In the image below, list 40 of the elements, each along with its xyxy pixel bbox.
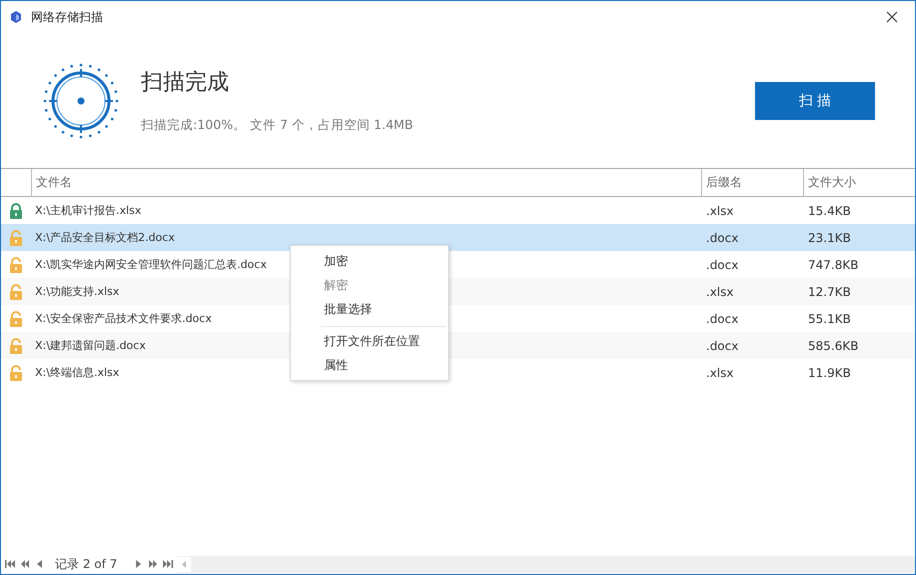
extension-cell: .docx bbox=[706, 258, 738, 272]
extension-cell: .docx bbox=[706, 338, 738, 352]
file-size-cell: 747.8KB bbox=[808, 258, 858, 272]
extension-cell: .xlsx bbox=[706, 204, 734, 218]
menu-item[interactable]: 打开文件所在位置 bbox=[291, 329, 448, 353]
file-size-cell: 12.7KB bbox=[808, 284, 851, 298]
first-page-icon[interactable] bbox=[4, 558, 16, 570]
file-name-cell: X:\终端信息.xlsx bbox=[35, 365, 120, 380]
file-name-cell: X:\凯实华途内网安全管理软件问题汇总表.docx bbox=[35, 257, 267, 272]
next-page-group-icon[interactable] bbox=[147, 558, 160, 570]
extension-cell: .docx bbox=[706, 230, 738, 244]
column-header[interactable]: 后缀名 bbox=[701, 169, 803, 196]
file-size-cell: 23.1KB bbox=[808, 230, 851, 244]
column-header[interactable]: 文件大小 bbox=[803, 169, 915, 196]
horizontal-scrollbar[interactable] bbox=[177, 556, 915, 572]
column-header[interactable]: 文件名 bbox=[31, 169, 701, 196]
status-title: 扫描完成 bbox=[141, 69, 230, 97]
file-size-cell: 15.4KB bbox=[808, 204, 851, 218]
file-size-cell: 11.9KB bbox=[808, 366, 851, 380]
previous-page-group-icon[interactable] bbox=[19, 558, 31, 570]
extension-cell: .xlsx bbox=[706, 284, 734, 298]
file-name-cell: X:\建邦遗留问题.docx bbox=[35, 338, 146, 353]
scan-button[interactable]: 扫 描 bbox=[755, 82, 875, 120]
menu-item[interactable]: 加密 bbox=[291, 249, 448, 273]
close-icon[interactable] bbox=[886, 11, 898, 23]
scan-summary: 扫描完成:100%。 文件 7 个，占用空间 1.4MB bbox=[141, 117, 414, 134]
record-counter: 记录 2 of 7 bbox=[55, 556, 118, 572]
file-size-cell: 55.1KB bbox=[808, 312, 851, 326]
file-row[interactable]: X:\产品安全目标文档2.docx .docx 23.1KB bbox=[1, 224, 915, 251]
extension-cell: .xlsx bbox=[706, 366, 734, 380]
extension-cell: .docx bbox=[706, 312, 738, 326]
file-name-cell: X:\功能支持.xlsx bbox=[35, 284, 120, 299]
file-size-cell: 585.6KB bbox=[808, 338, 858, 352]
file-name-cell: X:\安全保密产品技术文件要求.docx bbox=[35, 311, 212, 326]
scan-target-icon bbox=[43, 62, 119, 138]
file-name-cell: X:\主机审计报告.xlsx bbox=[35, 203, 142, 218]
last-page-icon[interactable] bbox=[162, 558, 174, 570]
window-title: 网络存储扫描 bbox=[31, 8, 104, 26]
app-logo-icon bbox=[9, 10, 23, 24]
file-name-cell: X:\产品安全目标文档2.docx bbox=[35, 230, 175, 245]
